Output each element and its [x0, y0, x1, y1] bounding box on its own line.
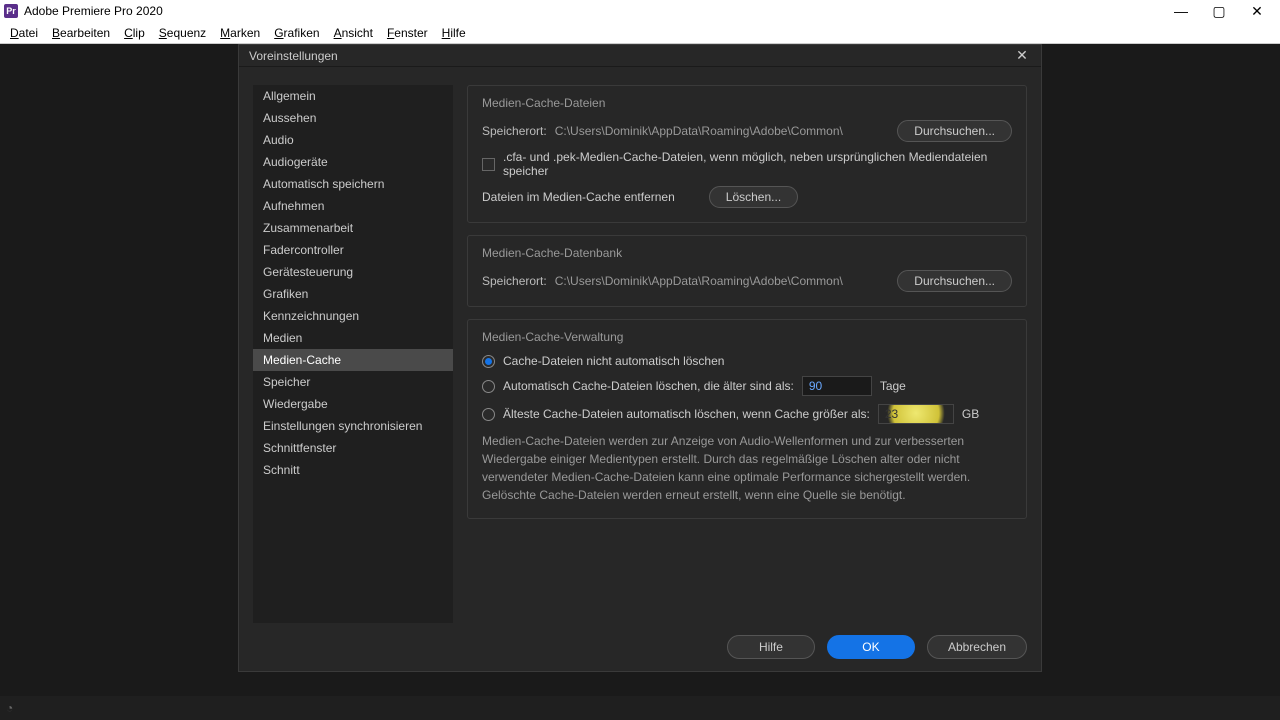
menu-sequenz[interactable]: Sequenz [153, 24, 212, 42]
cfa-pek-label: .cfa- und .pek-Medien-Cache-Dateien, wen… [503, 150, 1012, 178]
close-icon[interactable]: ✕ [1013, 47, 1031, 65]
menu-ansicht[interactable]: Ansicht [328, 24, 379, 42]
gb-input[interactable] [878, 404, 954, 424]
statusbar: ◔ [0, 696, 1280, 720]
dialog-footer: Hilfe OK Abbrechen [239, 629, 1041, 671]
menu-bearbeiten[interactable]: Bearbeiten [46, 24, 116, 42]
menu-grafiken[interactable]: Grafiken [268, 24, 325, 42]
sidebar-item-automatisch-speichern[interactable]: Automatisch speichern [253, 173, 453, 195]
days-unit: Tage [880, 379, 906, 393]
section-media-cache-db: Medien-Cache-Datenbank Speicherort: C:\U… [467, 235, 1027, 307]
maximize-button[interactable]: ▢ [1212, 4, 1226, 18]
titlebar: Pr Adobe Premiere Pro 2020 — ▢ ✕ [0, 0, 1280, 22]
sidebar-item-schnittfenster[interactable]: Schnittfenster [253, 437, 453, 459]
cfa-pek-checkbox[interactable] [482, 158, 495, 171]
radio-size-exceeds-label: Älteste Cache-Dateien automatisch lösche… [503, 407, 870, 421]
sidebar-item-allgemein[interactable]: Allgemein [253, 85, 453, 107]
sidebar-item-aussehen[interactable]: Aussehen [253, 107, 453, 129]
sidebar-item-aufnehmen[interactable]: Aufnehmen [253, 195, 453, 217]
sidebar-item-fadercontroller[interactable]: Fadercontroller [253, 239, 453, 261]
preferences-dialog: Voreinstellungen ✕ AllgemeinAussehenAudi… [238, 44, 1042, 672]
section-title: Medien-Cache-Datenbank [482, 246, 1012, 260]
location-path: C:\Users\Dominik\AppData\Roaming\Adobe\C… [555, 124, 890, 138]
radio-no-delete[interactable] [482, 355, 495, 368]
section-media-cache-mgmt: Medien-Cache-Verwaltung Cache-Dateien ni… [467, 319, 1027, 519]
location-label: Speicherort: [482, 124, 547, 138]
dialog-header: Voreinstellungen ✕ [239, 45, 1041, 67]
browse-button[interactable]: Durchsuchen... [897, 120, 1012, 142]
location-path: C:\Users\Dominik\AppData\Roaming\Adobe\C… [555, 274, 890, 288]
mgmt-description: Medien-Cache-Dateien werden zur Anzeige … [482, 432, 1012, 504]
close-button[interactable]: ✕ [1250, 4, 1264, 18]
menu-clip[interactable]: Clip [118, 24, 151, 42]
radio-older-than-label: Automatisch Cache-Dateien löschen, die ä… [503, 379, 794, 393]
help-button[interactable]: Hilfe [727, 635, 815, 659]
gb-unit: GB [962, 407, 979, 421]
status-icon: ◔ [6, 701, 20, 715]
app-title: Adobe Premiere Pro 2020 [24, 4, 163, 18]
ok-button[interactable]: OK [827, 635, 915, 659]
app-icon: Pr [4, 4, 18, 18]
radio-older-than[interactable] [482, 380, 495, 393]
sidebar-item-grafiken[interactable]: Grafiken [253, 283, 453, 305]
sidebar-item-schnitt[interactable]: Schnitt [253, 459, 453, 481]
sidebar-item-zusammenarbeit[interactable]: Zusammenarbeit [253, 217, 453, 239]
sidebar-item-wiedergabe[interactable]: Wiedergabe [253, 393, 453, 415]
menu-fenster[interactable]: Fenster [381, 24, 434, 42]
menu-datei[interactable]: Datei [4, 24, 44, 42]
sidebar-item-gerätesteuerung[interactable]: Gerätesteuerung [253, 261, 453, 283]
section-media-cache-files: Medien-Cache-Dateien Speicherort: C:\Use… [467, 85, 1027, 223]
sidebar-item-audiogeräte[interactable]: Audiogeräte [253, 151, 453, 173]
delete-button[interactable]: Löschen... [709, 186, 798, 208]
menu-marken[interactable]: Marken [214, 24, 266, 42]
cancel-button[interactable]: Abbrechen [927, 635, 1027, 659]
menu-hilfe[interactable]: Hilfe [436, 24, 472, 42]
section-title: Medien-Cache-Verwaltung [482, 330, 1012, 344]
dialog-title: Voreinstellungen [249, 49, 338, 63]
sidebar-item-medien[interactable]: Medien [253, 327, 453, 349]
browse-button[interactable]: Durchsuchen... [897, 270, 1012, 292]
location-label: Speicherort: [482, 274, 547, 288]
menubar: DateiBearbeitenClipSequenzMarkenGrafiken… [0, 22, 1280, 44]
sidebar-item-medien-cache[interactable]: Medien-Cache [253, 349, 453, 371]
preferences-sidebar: AllgemeinAussehenAudioAudiogeräteAutomat… [253, 85, 453, 623]
minimize-button[interactable]: — [1174, 4, 1188, 18]
preferences-content: Medien-Cache-Dateien Speicherort: C:\Use… [467, 85, 1027, 623]
section-title: Medien-Cache-Dateien [482, 96, 1012, 110]
sidebar-item-audio[interactable]: Audio [253, 129, 453, 151]
days-input[interactable] [802, 376, 872, 396]
sidebar-item-speicher[interactable]: Speicher [253, 371, 453, 393]
radio-size-exceeds[interactable] [482, 408, 495, 421]
radio-no-delete-label: Cache-Dateien nicht automatisch löschen [503, 354, 724, 368]
sidebar-item-einstellungen-synchronisieren[interactable]: Einstellungen synchronisieren [253, 415, 453, 437]
sidebar-item-kennzeichnungen[interactable]: Kennzeichnungen [253, 305, 453, 327]
delete-cache-label: Dateien im Medien-Cache entfernen [482, 190, 675, 204]
